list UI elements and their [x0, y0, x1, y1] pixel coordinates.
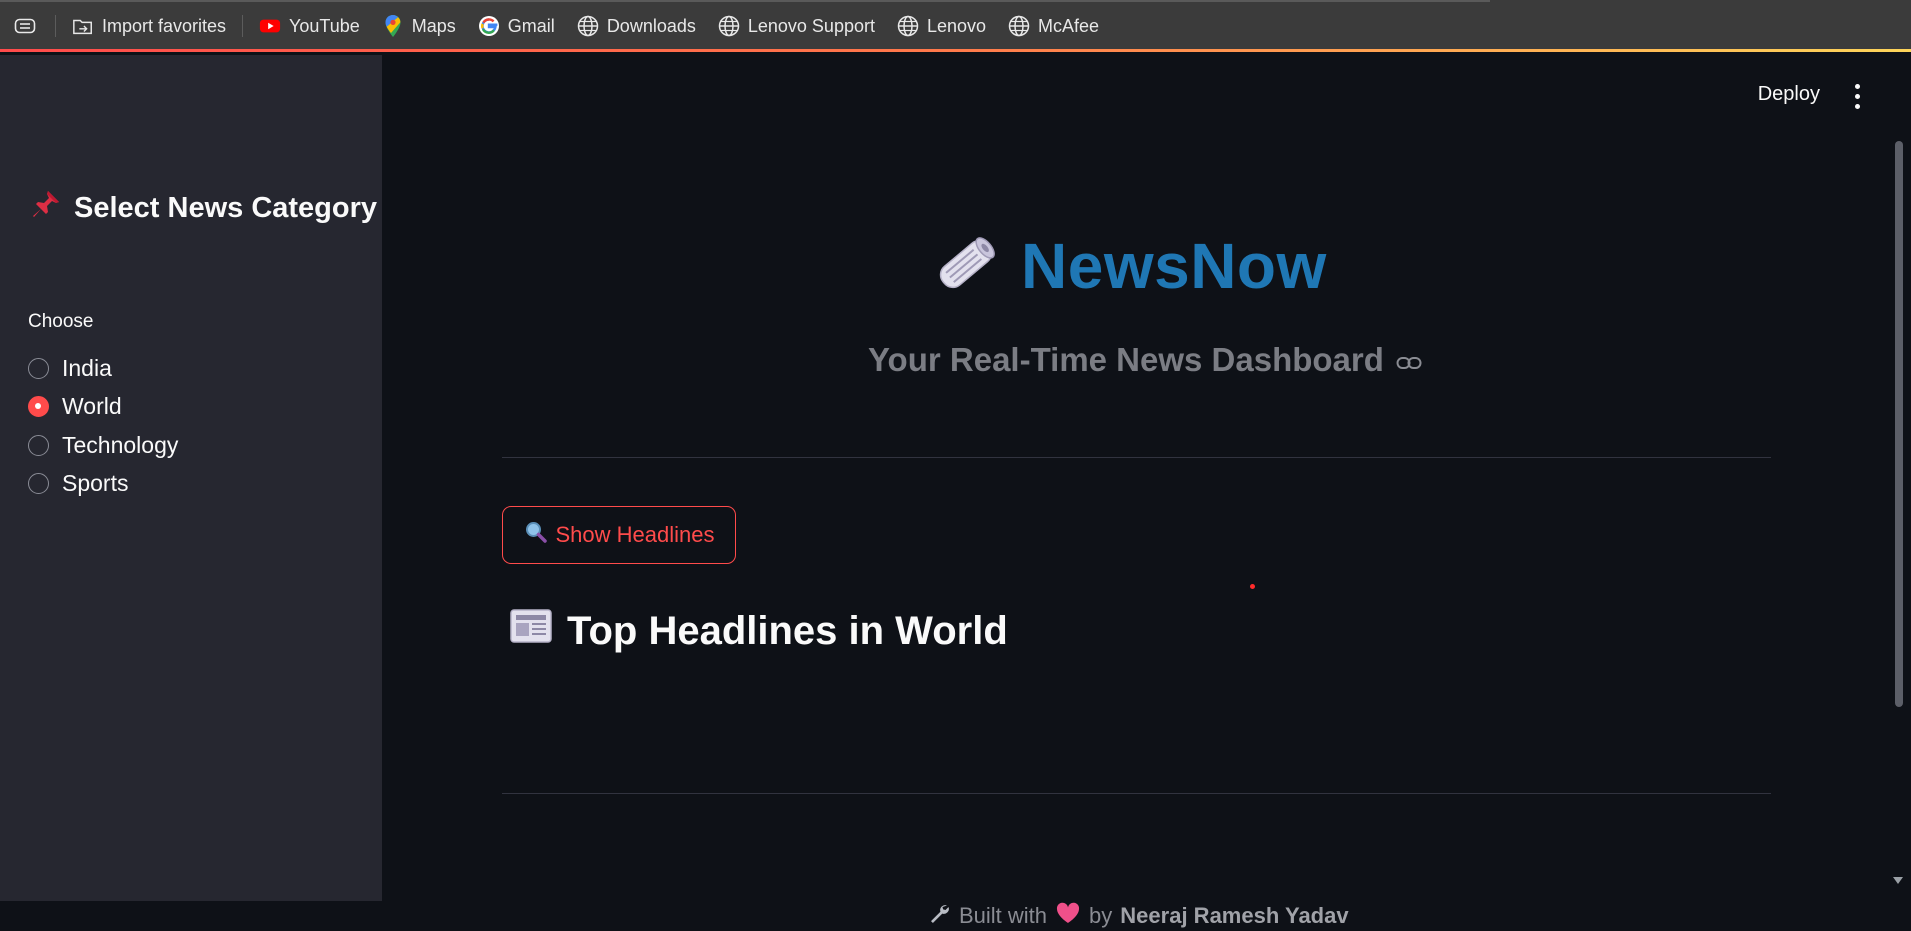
favorite-label: McAfee: [1038, 15, 1100, 36]
favorite-maps[interactable]: Maps: [371, 0, 467, 52]
favorite-lenovo-support[interactable]: Lenovo Support: [707, 0, 886, 52]
radio-option-label: India: [62, 354, 112, 381]
favorite-downloads[interactable]: Downloads: [566, 0, 707, 52]
favorite-label: Import favorites: [102, 15, 227, 36]
scroll-down-arrow-icon[interactable]: [1893, 877, 1903, 884]
globe-icon: [577, 15, 599, 37]
favorite-label: Lenovo: [926, 15, 987, 36]
google-icon: [478, 15, 500, 37]
browser-top-edge: [0, 0, 1490, 2]
sidebar: Select News Category Choose India World …: [0, 55, 382, 901]
globe-icon: [897, 15, 919, 37]
radio-option-sports[interactable]: Sports: [28, 465, 178, 504]
favorite-lenovo[interactable]: Lenovo: [886, 0, 997, 52]
radio-button[interactable]: [28, 473, 49, 495]
import-favorites-icon: [72, 15, 94, 37]
footer: Built with by Neeraj Ramesh Yadav: [927, 901, 1349, 931]
favorite-gmail[interactable]: Gmail: [467, 0, 566, 52]
app-top-decoration: [0, 49, 1911, 52]
category-radio-group: India World Technology Sports: [28, 349, 178, 503]
favorite-label: Gmail: [507, 15, 555, 36]
favorite-mcafee[interactable]: McAfee: [997, 0, 1110, 52]
radio-button-selected[interactable]: [28, 396, 49, 418]
radio-option-world[interactable]: World: [28, 388, 178, 427]
heart-icon: [1055, 901, 1081, 931]
favorite-import-favorites[interactable]: Import favorites: [61, 0, 237, 52]
anchor-link-icon[interactable]: [1396, 341, 1422, 379]
radio-option-label: Technology: [62, 431, 179, 458]
app-subtitle: Your Real-Time News Dashboard: [868, 341, 1422, 379]
show-headlines-button[interactable]: Show Headlines: [502, 506, 736, 564]
main-menu-kebab-icon[interactable]: [1855, 84, 1861, 109]
app-header: NewsNow: [931, 229, 1327, 303]
radio-option-india[interactable]: India: [28, 349, 178, 388]
divider: [502, 793, 1771, 794]
section-heading-text: Top Headlines in World: [567, 608, 1008, 653]
footer-author: Neeraj Ramesh Yadav: [1120, 903, 1349, 928]
radio-button[interactable]: [28, 434, 49, 456]
favorite-label: Lenovo Support: [747, 15, 875, 36]
globe-icon: [718, 15, 740, 37]
radio-option-technology[interactable]: Technology: [28, 426, 178, 465]
maps-pin-icon: [382, 15, 404, 37]
newspaper-icon: [509, 607, 553, 655]
magnifier-icon: [524, 520, 548, 550]
divider: [502, 457, 1771, 458]
subtitle-text: Your Real-Time News Dashboard: [868, 341, 1384, 378]
radio-button[interactable]: [28, 357, 49, 379]
favorite-label: Maps: [411, 15, 456, 36]
favorites-bar: Import favorites YouTube Maps Gmail Down…: [0, 0, 1911, 52]
deploy-button[interactable]: Deploy: [1758, 83, 1820, 106]
globe-icon: [1008, 15, 1030, 37]
radio-option-label: World: [62, 393, 122, 420]
app-title: NewsNow: [1021, 230, 1327, 302]
favorites-separator: [55, 15, 56, 37]
footer-by: by: [1089, 903, 1113, 928]
radio-option-label: Sports: [62, 470, 129, 497]
tab-actions-button[interactable]: [0, 0, 50, 52]
footer-built-with: Built with: [959, 903, 1048, 928]
favorite-label: Downloads: [606, 15, 696, 36]
tab-actions-icon: [14, 15, 36, 37]
vertical-scrollbar[interactable]: [1895, 141, 1903, 707]
favorites-separator: [242, 15, 244, 37]
sidebar-title: Select News Category: [74, 191, 378, 224]
favorite-youtube[interactable]: YouTube: [248, 0, 371, 52]
sidebar-heading: Select News Category: [30, 188, 377, 228]
youtube-icon: [259, 15, 281, 37]
pushpin-icon: [30, 188, 62, 228]
cursor-dot: [1250, 584, 1255, 589]
favorite-label: YouTube: [289, 15, 360, 36]
rolled-newspaper-icon: [931, 230, 1001, 303]
wrench-icon: [927, 901, 951, 931]
main-content: Deploy NewsNow Your Real-Time News Dashb…: [382, 55, 1911, 928]
section-heading: Top Headlines in World: [509, 607, 1008, 655]
button-label: Show Headlines: [555, 522, 715, 547]
radio-group-label: Choose: [28, 311, 94, 332]
